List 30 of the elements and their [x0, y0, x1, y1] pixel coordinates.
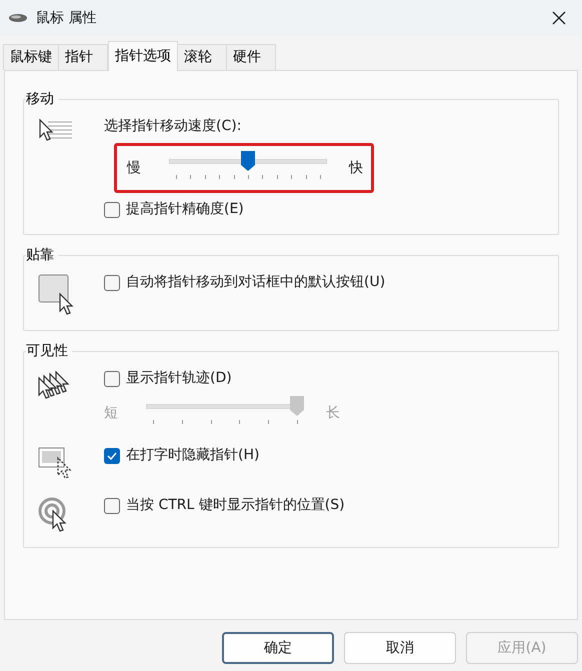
- close-icon[interactable]: [552, 11, 566, 25]
- checkbox[interactable]: [104, 448, 120, 464]
- slider-thumb[interactable]: [241, 151, 255, 171]
- checkbox-option[interactable]: 自动将指针移动到对话框中的默认按钮(U): [104, 272, 386, 293]
- dialog-button[interactable]: 确定: [222, 632, 334, 664]
- slider-max-label: 快: [349, 158, 363, 178]
- check-icon: [107, 452, 117, 460]
- slider-max-label: 长: [326, 404, 340, 422]
- hidden-pointer-icon: [38, 447, 74, 481]
- slider-min-label: 短: [104, 404, 119, 422]
- checkbox[interactable]: [104, 274, 120, 290]
- slider-min-label: 慢: [127, 158, 142, 178]
- checkbox[interactable]: [104, 370, 120, 386]
- tab[interactable]: 指针: [58, 44, 108, 70]
- tab[interactable]: 硬件: [226, 44, 276, 70]
- checkbox[interactable]: [104, 498, 120, 514]
- group-title: 移动: [26, 90, 58, 108]
- checkbox-option[interactable]: 在打字时隐藏指针(H): [104, 445, 260, 466]
- tab[interactable]: 鼠标键: [3, 44, 59, 70]
- checkbox-option[interactable]: 显示指针轨迹(D): [104, 368, 232, 389]
- group-title: 可见性: [26, 342, 72, 360]
- tab[interactable]: 指针选项: [108, 41, 178, 71]
- checkbox-option[interactable]: 提高指针精确度(E): [104, 199, 244, 220]
- dialog-button[interactable]: 取消: [344, 632, 456, 664]
- group-title: 贴靠: [26, 246, 58, 264]
- mouse-icon: [8, 13, 28, 23]
- checkbox[interactable]: [104, 202, 120, 218]
- checkbox-option[interactable]: 当按 CTRL 键时显示指针的位置(S): [104, 495, 345, 516]
- speed-label: 选择指针移动速度(C):: [104, 117, 242, 136]
- window-title: 鼠标 属性: [36, 8, 96, 28]
